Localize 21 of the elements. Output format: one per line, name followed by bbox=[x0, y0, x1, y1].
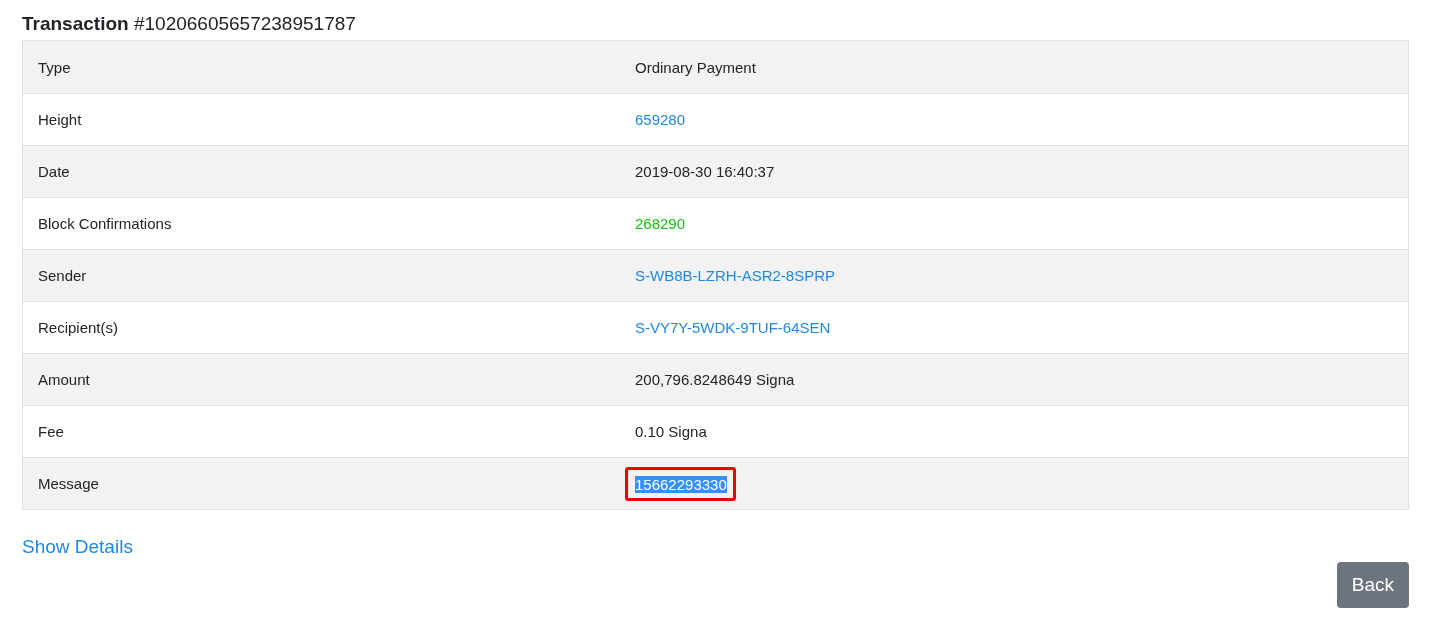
field-link[interactable]: S-WB8B-LZRH-ASR2-8SPRP bbox=[635, 267, 836, 284]
field-label: Date bbox=[38, 163, 70, 180]
field-label: Recipient(s) bbox=[38, 319, 119, 336]
field-value: 268290 bbox=[635, 215, 686, 232]
page-title: Transaction #10206605657238951787 bbox=[22, 13, 356, 34]
selected-text: 15662293330 bbox=[635, 475, 727, 493]
show-details-link[interactable]: Show Details bbox=[22, 536, 133, 557]
field-label: Type bbox=[38, 58, 71, 76]
field-label: Fee bbox=[38, 423, 64, 440]
field-label: Height bbox=[38, 111, 82, 128]
field-value: 2019-08-30 16:40:37 bbox=[635, 163, 775, 180]
field-value: 0.10 Signa bbox=[635, 423, 707, 440]
field-label: Sender bbox=[38, 267, 87, 284]
field-label: Block Confirmations bbox=[38, 215, 172, 232]
field-link[interactable]: S-VY7Y-5WDK-9TUF-64SEN bbox=[635, 319, 831, 336]
back-button[interactable]: Back bbox=[1336, 562, 1409, 608]
field-label: Amount bbox=[38, 371, 90, 388]
field-value: Ordinary Payment bbox=[635, 58, 756, 76]
field-value: 200,796.8248649 Signa bbox=[635, 371, 795, 388]
field-link[interactable]: 659280 bbox=[635, 111, 686, 128]
field-label: Message bbox=[38, 475, 99, 492]
